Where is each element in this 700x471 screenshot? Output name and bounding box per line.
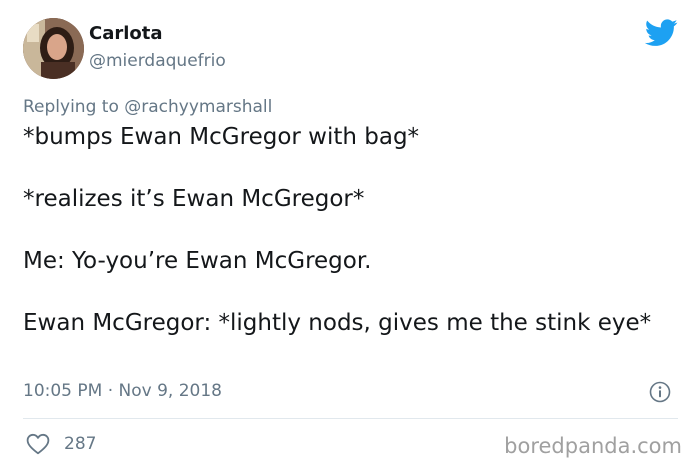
tweet-line: *bumps Ewan McGregor with bag* <box>23 124 420 150</box>
reply-prefix: Replying to <box>23 97 125 117</box>
avatar[interactable] <box>23 18 84 79</box>
tweet-timestamp[interactable]: 10:05 PM · Nov 9, 2018 <box>23 380 222 402</box>
tweet-card: Carlota @mierdaquefrio Replying to @rach… <box>0 0 700 471</box>
tweet-line: *realizes it’s Ewan McGregor* <box>23 186 365 212</box>
reply-handle-link[interactable]: @rachyymarshall <box>124 97 272 117</box>
tweet-text: *bumps Ewan McGregor with bag* *realizes… <box>23 122 683 339</box>
tweet-line: Ewan McGregor: *lightly nods, gives me t… <box>23 310 652 336</box>
info-icon[interactable] <box>649 381 671 403</box>
author-name[interactable]: Carlota <box>89 23 163 45</box>
bird-logo-icon[interactable] <box>644 19 678 47</box>
heart-icon[interactable] <box>26 433 50 455</box>
tweet-line: Me: Yo-you’re Ewan McGregor. <box>23 248 372 274</box>
watermark: boredpanda.com <box>504 434 682 458</box>
like-count: 287 <box>64 434 97 454</box>
author-handle[interactable]: @mierdaquefrio <box>89 51 226 71</box>
divider <box>23 418 678 419</box>
reply-context: Replying to @rachyymarshall <box>23 96 272 118</box>
